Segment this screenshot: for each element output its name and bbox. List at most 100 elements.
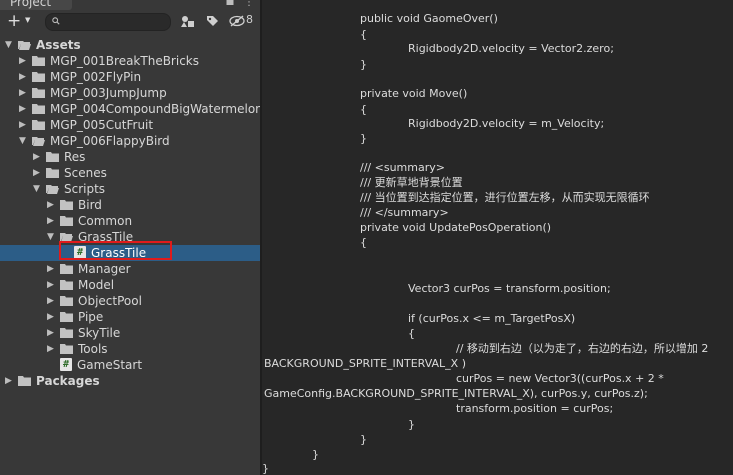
tree-item-folder[interactable]: ▶ SkyTile — [0, 325, 260, 341]
tree-item-label: MGP_006FlappyBird — [50, 134, 170, 148]
collapsed-arrow-icon[interactable]: ▶ — [19, 117, 29, 133]
tree-item-script[interactable]: # GameStart — [0, 357, 260, 373]
tree-item-folder[interactable]: ▶ Scenes — [0, 165, 260, 181]
collapsed-arrow-icon[interactable]: ▶ — [47, 325, 57, 341]
tree-item-folder[interactable]: ▶ Tools — [0, 341, 260, 357]
chevron-down-icon[interactable]: ▼ — [25, 16, 30, 24]
tree-item-folder[interactable]: ▶ Pipe — [0, 309, 260, 325]
collapsed-arrow-icon[interactable]: ▶ — [47, 213, 57, 229]
code-line: { — [360, 103, 367, 116]
collapsed-arrow-icon[interactable]: ▶ — [19, 85, 29, 101]
tree-item-label: SkyTile — [78, 326, 121, 340]
tree-item-folder[interactable]: ▶ Packages — [0, 373, 260, 389]
create-button[interactable]: + — [7, 12, 21, 30]
code-line: GameConfig.BACKGROUND_SPRITE_INTERVAL_X)… — [264, 387, 648, 400]
tree-item-folder[interactable]: ▼ Assets — [0, 37, 260, 53]
tree-item-folder[interactable]: ▶ Res — [0, 149, 260, 165]
tag-icon — [206, 15, 218, 26]
code-line: { — [360, 236, 367, 249]
expanded-arrow-icon[interactable]: ▼ — [33, 181, 43, 197]
collapsed-arrow-icon[interactable]: ▶ — [33, 165, 43, 181]
tree-item-folder[interactable]: ▶ ObjectPool — [0, 293, 260, 309]
folder-icon — [60, 216, 73, 226]
tree-item-label: GrassTile — [91, 246, 147, 260]
open-folder-icon — [60, 233, 73, 242]
collapsed-arrow-icon[interactable]: ▶ — [47, 197, 57, 213]
tree-item-folder[interactable]: ▶ Bird — [0, 197, 260, 213]
code-line: { — [408, 327, 415, 340]
collapsed-arrow-icon[interactable]: ▶ — [19, 53, 29, 69]
search-icon — [52, 17, 60, 25]
tree-item-label: MGP_001BreakTheBricks — [50, 54, 199, 68]
search-input[interactable] — [45, 13, 171, 31]
tree-item-label: Bird — [78, 198, 102, 212]
collapsed-arrow-icon[interactable]: ▶ — [47, 277, 57, 293]
expanded-arrow-icon[interactable]: ▼ — [19, 133, 29, 149]
collapsed-arrow-icon[interactable]: ▶ — [19, 69, 29, 85]
filter-by-type-button[interactable] — [177, 13, 199, 29]
code-line: if (curPos.x <= m_TargetPosX) — [408, 312, 576, 325]
filter-by-label-button[interactable] — [202, 13, 222, 29]
collapsed-arrow-icon[interactable]: ▶ — [47, 293, 57, 309]
collapsed-arrow-icon[interactable]: ▶ — [5, 373, 15, 389]
code-line: } — [360, 132, 367, 145]
folder-icon — [60, 280, 73, 290]
tree-item-folder[interactable]: ▼ MGP_006FlappyBird — [0, 133, 260, 149]
project-tab[interactable]: Project — [0, 0, 72, 10]
code-line: { — [360, 28, 367, 41]
code-view: public void GaomeOver() {Rigidbody2D.velo… — [262, 0, 733, 475]
collapsed-arrow-icon[interactable]: ▶ — [19, 101, 29, 117]
tree-item-folder[interactable]: ▶ MGP_004CompoundBigWatermelon — [0, 101, 260, 117]
open-folder-icon — [46, 185, 59, 194]
tree-item-label: Res — [64, 150, 86, 164]
tree-item-folder[interactable]: ▶ MGP_005CutFruit — [0, 117, 260, 133]
collapsed-arrow-icon[interactable]: ▶ — [47, 261, 57, 277]
tree-item-label: Scripts — [64, 182, 106, 196]
folder-icon — [46, 152, 59, 162]
collapsed-arrow-icon[interactable]: ▶ — [47, 341, 57, 357]
expanded-arrow-icon[interactable]: ▼ — [5, 37, 15, 53]
tree-item-folder[interactable]: ▶ MGP_002FlyPin — [0, 69, 260, 85]
tree-item-label: MGP_003JumpJump — [50, 86, 167, 100]
code-line: Rigidbody2D.velocity = Vector2.zero; — [408, 42, 614, 55]
hidden-packages-count: 8 — [246, 13, 253, 26]
tree-item-folder[interactable]: ▶ Model — [0, 277, 260, 293]
folder-icon — [60, 328, 73, 338]
tree-item-folder[interactable]: ▶ MGP_003JumpJump — [0, 85, 260, 101]
folder-icon — [60, 344, 73, 354]
toggle-hidden-packages-button[interactable] — [228, 13, 246, 29]
tree-item-folder[interactable]: ▶ MGP_001BreakTheBricks — [0, 53, 260, 69]
tree-item-label: Manager — [78, 262, 131, 276]
folder-icon — [32, 104, 45, 114]
code-line: private void UpdatePosOperation() — [360, 221, 552, 234]
tree-item-label: MGP_002FlyPin — [50, 70, 142, 84]
folder-icon — [60, 312, 73, 322]
code-line: } — [360, 58, 367, 71]
tree-item-label: Model — [78, 278, 115, 292]
lock-icon[interactable] — [226, 0, 234, 6]
expanded-arrow-icon[interactable]: ▼ — [47, 229, 57, 245]
csharp-script-icon: # — [74, 246, 86, 259]
code-line: // 移动到右边（以为走了，右边的右边，所以增加 2 — [456, 342, 709, 355]
tree-item-label: MGP_005CutFruit — [50, 118, 154, 132]
folder-icon — [32, 88, 45, 98]
tree-item-folder[interactable]: ▶ Manager — [0, 261, 260, 277]
tree-item-label: GrassTile — [78, 230, 134, 244]
kebab-menu-icon[interactable]: ⋮ — [244, 0, 254, 8]
folder-icon — [32, 72, 45, 82]
project-tab-title: Project — [10, 0, 52, 9]
tree-item-label: MGP_004CompoundBigWatermelon — [50, 102, 260, 116]
project-panel: Project ⋮ + ▼ 8 ▼ Assets ▶ MGP_001BreakTheB… — [0, 0, 260, 475]
code-line: } — [262, 462, 269, 475]
tree-item-folder[interactable]: ▼ GrassTile — [0, 229, 260, 245]
code-line: transform.position = curPos; — [456, 402, 614, 415]
tree-item-label: Scenes — [64, 166, 107, 180]
code-line: Vector3 curPos = transform.position; — [408, 282, 611, 295]
collapsed-arrow-icon[interactable]: ▶ — [33, 149, 43, 165]
collapsed-arrow-icon[interactable]: ▶ — [47, 309, 57, 325]
tree-item-script[interactable]: # GrassTile — [0, 245, 260, 261]
folder-icon — [46, 168, 59, 178]
tree-item-label: Tools — [78, 342, 108, 356]
tree-item-folder[interactable]: ▶ Common — [0, 213, 260, 229]
tree-item-folder[interactable]: ▼ Scripts — [0, 181, 260, 197]
